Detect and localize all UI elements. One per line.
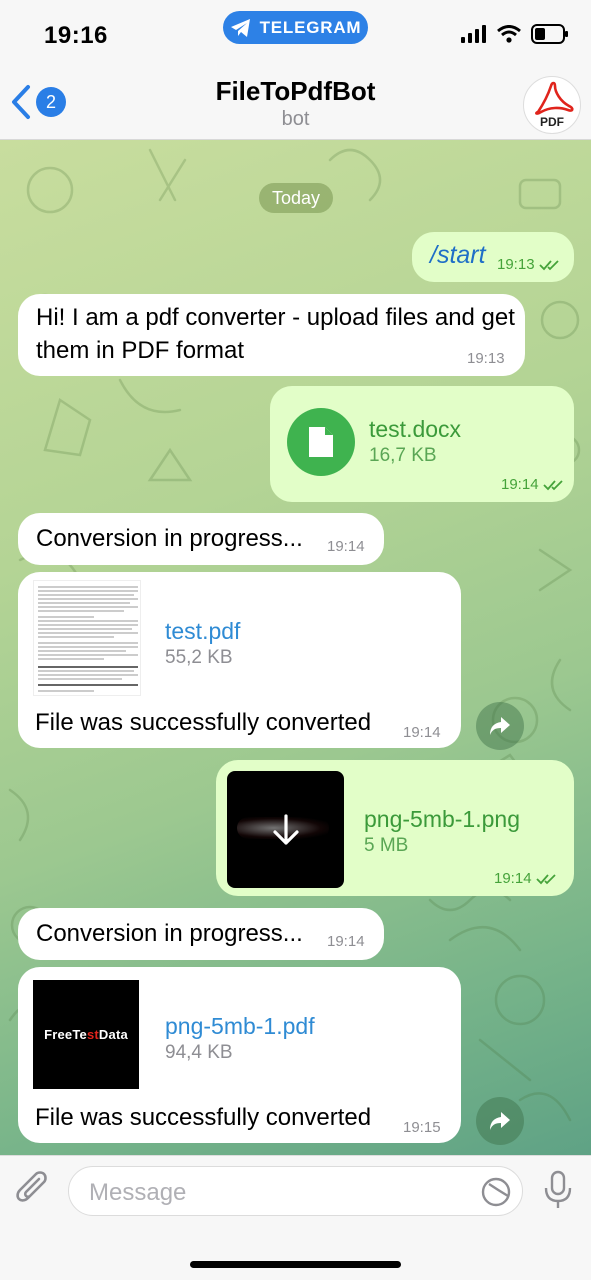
status-time: 19:16 (44, 22, 108, 49)
message-time: 19:14 (494, 870, 532, 887)
image-thumbnail[interactable] (227, 771, 344, 888)
telegram-pill[interactable]: TELEGRAM (223, 11, 368, 44)
sticker-button[interactable] (480, 1176, 512, 1213)
chat-area[interactable]: Today /start 19:13 Hi! I am a pdf conver… (0, 140, 591, 1155)
file-name: test.docx (369, 416, 462, 442)
message-meta: 19:13 (497, 256, 561, 273)
document-icon (309, 427, 333, 457)
message-incoming[interactable]: Conversion in progress... 19:14 (18, 908, 384, 960)
message-incoming[interactable]: Conversion in progress... 19:14 (18, 513, 384, 565)
download-arrow-icon (273, 814, 299, 845)
attach-button[interactable] (14, 1170, 54, 1217)
message-time: 19:14 (327, 933, 365, 950)
message-input-bar: Message (0, 1155, 591, 1280)
chat-header: 2 FileToPdfBot bot PDF (0, 62, 591, 140)
thumbnail-logo-text: FreeTestData (44, 1027, 128, 1042)
message-meta: 19:14 (501, 476, 565, 493)
chat-title[interactable]: FileToPdfBot (0, 76, 591, 107)
status-bar: 19:16 TELEGRAM (0, 0, 591, 62)
double-check-icon (538, 259, 559, 270)
file-name[interactable]: test.pdf (165, 618, 240, 645)
bot-avatar[interactable]: PDF (523, 76, 581, 134)
message-input[interactable]: Message (68, 1166, 523, 1216)
message-text: Conversion in progress... (36, 525, 303, 552)
message-incoming[interactable]: Hi! I am a pdf converter - upload files … (18, 294, 525, 376)
double-check-icon (542, 479, 563, 490)
acrobat-pdf-icon (535, 81, 574, 115)
chat-subtitle: bot (281, 108, 310, 130)
message-time: 19:13 (467, 350, 505, 367)
home-indicator[interactable] (190, 1261, 401, 1268)
message-incoming-file[interactable]: test.pdf 55,2 KB File was successfully c… (18, 572, 461, 748)
file-name[interactable]: png-5mb-1.pdf (165, 1013, 315, 1040)
message-time: 19:14 (327, 538, 365, 555)
message-time: 19:15 (403, 1119, 441, 1136)
battery-icon (531, 24, 568, 44)
voice-button[interactable] (543, 1170, 573, 1215)
message-caption: File was successfully converted (35, 709, 372, 736)
command-link[interactable]: /start (430, 241, 486, 270)
wifi-icon (497, 25, 521, 43)
status-icons (461, 24, 569, 44)
share-arrow-icon (490, 717, 510, 735)
avatar-label: PDF (540, 115, 564, 129)
microphone-icon (544, 1170, 572, 1208)
pdf-thumbnail[interactable] (33, 580, 141, 696)
document-preview-lines (38, 586, 138, 692)
message-time: 19:14 (501, 476, 539, 493)
file-size: 5 MB (364, 835, 409, 856)
date-separator: Today (259, 183, 333, 213)
forward-button[interactable] (476, 1097, 524, 1145)
message-caption: File was successfully converted (35, 1104, 372, 1131)
file-icon-button[interactable] (287, 408, 355, 476)
message-text: Conversion in progress... (36, 920, 303, 947)
message-text: Hi! I am a pdf converter - upload files … (36, 304, 515, 364)
file-size: 55,2 KB (165, 647, 233, 668)
download-button[interactable] (265, 809, 307, 851)
message-outgoing-file[interactable]: png-5mb-1.png 5 MB 19:14 (216, 760, 574, 896)
pdf-thumbnail[interactable]: FreeTestData (33, 980, 139, 1089)
file-name: png-5mb-1.png (364, 806, 520, 832)
message-meta: 19:14 (494, 870, 558, 887)
file-size: 94,4 KB (165, 1042, 233, 1063)
message-incoming-file[interactable]: FreeTestData png-5mb-1.pdf 94,4 KB File … (18, 967, 461, 1143)
forward-button[interactable] (476, 702, 524, 750)
file-size: 16,7 KB (369, 445, 437, 466)
message-time: 19:14 (403, 724, 441, 741)
message-placeholder: Message (89, 1179, 187, 1206)
message-outgoing[interactable]: /start 19:13 (412, 232, 574, 282)
sticker-icon (481, 1177, 511, 1207)
double-check-icon (535, 873, 556, 884)
paperclip-icon (16, 1171, 47, 1202)
telegram-pill-label: TELEGRAM (259, 17, 362, 37)
message-time: 19:13 (497, 256, 535, 273)
message-outgoing-file[interactable]: test.docx 16,7 KB 19:14 (270, 386, 574, 502)
signal-icon (461, 25, 486, 43)
share-arrow-icon (490, 1112, 510, 1130)
telegram-icon (230, 18, 250, 37)
